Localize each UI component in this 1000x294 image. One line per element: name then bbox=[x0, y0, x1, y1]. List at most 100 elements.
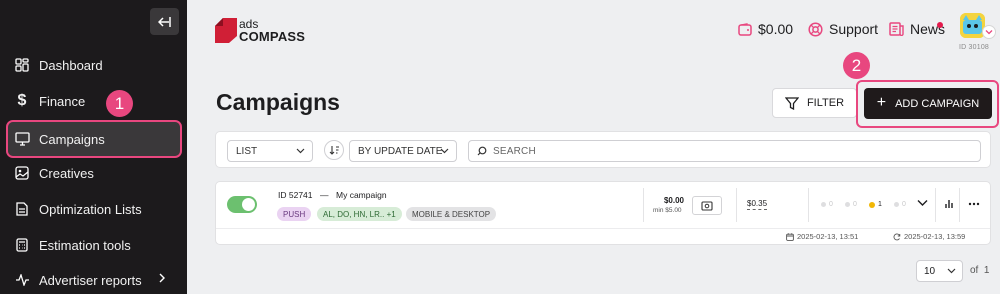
add-campaign-button[interactable]: + ADD CAMPAIGN bbox=[864, 88, 992, 119]
calendar-icon bbox=[786, 232, 794, 241]
balance-value: $0.00 bbox=[758, 21, 794, 37]
more-options-button[interactable] bbox=[968, 202, 980, 206]
campaign-name[interactable]: My campaign bbox=[336, 190, 387, 200]
avatar[interactable] bbox=[960, 13, 985, 38]
balance-button[interactable]: $0.00 bbox=[738, 21, 793, 37]
image-icon bbox=[701, 200, 713, 211]
updated-date: 2025-02-13, 13:59 bbox=[893, 232, 965, 241]
sidebar-item-finance[interactable]: $ Finance bbox=[8, 84, 180, 118]
campaign-spend: $0.00 bbox=[663, 196, 684, 205]
add-campaign-label: ADD CAMPAIGN bbox=[895, 97, 980, 110]
dollar-icon: $ bbox=[17, 92, 27, 109]
creative-preview-button[interactable] bbox=[692, 196, 722, 215]
support-link[interactable]: Support bbox=[808, 21, 878, 37]
filter-button[interactable]: FILTER bbox=[772, 88, 857, 118]
activity-icon bbox=[14, 272, 30, 288]
chevron-down-icon bbox=[296, 147, 305, 158]
status-dot bbox=[894, 202, 899, 207]
campaign-status-toggle[interactable] bbox=[227, 196, 257, 213]
card-divider bbox=[216, 228, 990, 229]
sidebar-item-label: Campaigns bbox=[39, 131, 105, 147]
sidebar-item-estimation-tools[interactable]: Estimation tools bbox=[8, 228, 180, 262]
campaign-separator: — bbox=[320, 190, 329, 200]
campaign-tag-geo: AL, DO, HN, LR.. +1 bbox=[317, 207, 402, 221]
plus-icon: + bbox=[876, 93, 887, 111]
sidebar-item-advertiser-reports[interactable]: Advertiser reports bbox=[8, 263, 180, 294]
campaign-bid[interactable]: $0.35 bbox=[747, 199, 768, 210]
sort-direction-button[interactable] bbox=[324, 140, 344, 160]
image-icon bbox=[14, 165, 30, 181]
created-date: 2025-02-13, 13:51 bbox=[786, 232, 858, 241]
stat-item: 0 bbox=[845, 201, 857, 208]
sidebar: Dashboard $ Finance Campaigns Creatives … bbox=[0, 0, 187, 294]
expand-button[interactable] bbox=[917, 199, 928, 207]
sidebar-item-campaigns[interactable]: Campaigns bbox=[6, 120, 182, 158]
sidebar-item-dashboard[interactable]: Dashboard bbox=[8, 48, 180, 82]
campaign-tag-format: PUSH bbox=[277, 207, 312, 221]
chevron-down-icon bbox=[947, 267, 956, 278]
document-icon bbox=[14, 201, 30, 217]
sort-select[interactable]: BY UPDATE DATE bbox=[349, 140, 457, 162]
per-page-value: 10 bbox=[924, 265, 936, 277]
status-dot bbox=[821, 202, 826, 207]
search-box[interactable] bbox=[468, 140, 981, 162]
stats-button[interactable] bbox=[944, 198, 954, 209]
chevron-down-icon bbox=[440, 147, 449, 158]
page-of-label: of bbox=[970, 265, 979, 276]
lifebuoy-icon bbox=[808, 21, 823, 37]
divider bbox=[736, 188, 737, 222]
user-id: ID 30108 bbox=[959, 44, 990, 51]
chevron-down-icon[interactable] bbox=[982, 25, 996, 39]
stat-item: 1 bbox=[869, 201, 882, 208]
bar-chart-icon bbox=[945, 200, 953, 208]
sidebar-item-label: Estimation tools bbox=[39, 237, 131, 253]
collapse-sidebar-button[interactable] bbox=[150, 8, 179, 35]
sidebar-item-label: Finance bbox=[39, 93, 86, 109]
search-input[interactable] bbox=[493, 145, 973, 157]
filter-label: FILTER bbox=[806, 97, 845, 109]
status-dot bbox=[869, 201, 875, 208]
sidebar-item-label: Advertiser reports bbox=[39, 272, 142, 288]
campaign-min-budget: min $5.00 bbox=[653, 207, 682, 214]
refresh-icon bbox=[893, 232, 901, 241]
step-badge-1: 1 bbox=[106, 90, 133, 117]
support-label: Support bbox=[829, 21, 879, 37]
status-dot bbox=[845, 202, 850, 207]
view-select[interactable]: LIST bbox=[227, 140, 313, 162]
step-badge-2: 2 bbox=[843, 52, 870, 79]
sidebar-item-creatives[interactable]: Creatives bbox=[8, 156, 180, 190]
divider bbox=[935, 188, 936, 222]
toolbar: LIST BY UPDATE DATE bbox=[215, 131, 991, 168]
page-count: of 1 bbox=[970, 265, 989, 276]
calculator-icon bbox=[14, 237, 30, 253]
divider bbox=[643, 188, 644, 222]
stat-item: 0 bbox=[894, 201, 906, 208]
sidebar-item-label: Creatives bbox=[39, 165, 94, 181]
chevron-down-icon bbox=[917, 200, 928, 206]
per-page-select[interactable]: 10 bbox=[916, 260, 963, 282]
page-total: 1 bbox=[983, 265, 990, 276]
divider bbox=[959, 188, 960, 222]
logo-line2: COMPASS bbox=[239, 29, 306, 44]
notification-dot bbox=[937, 22, 943, 28]
sort-icon bbox=[329, 146, 339, 155]
sidebar-item-label: Dashboard bbox=[39, 57, 103, 73]
campaign-tag-device: MOBILE & DESKTOP bbox=[406, 207, 497, 221]
sidebar-item-optimization-lists[interactable]: Optimization Lists bbox=[8, 192, 180, 226]
wallet-icon bbox=[738, 22, 752, 36]
more-icon bbox=[968, 202, 980, 206]
search-icon bbox=[477, 146, 487, 156]
logo[interactable]: ads COMPASS bbox=[215, 18, 305, 43]
collapse-icon bbox=[157, 16, 171, 27]
view-select-value: LIST bbox=[236, 145, 258, 157]
sidebar-item-label: Optimization Lists bbox=[39, 201, 142, 217]
campaign-id: ID 52741 bbox=[278, 190, 313, 200]
page-title: Campaigns bbox=[216, 89, 340, 115]
monitor-icon bbox=[14, 131, 30, 147]
filter-icon bbox=[784, 96, 799, 110]
sort-select-value: BY UPDATE DATE bbox=[358, 145, 443, 157]
divider bbox=[808, 188, 809, 222]
campaign-card: ID 52741 — My campaign PUSH AL, DO, HN, … bbox=[215, 181, 991, 245]
dashboard-icon bbox=[14, 57, 30, 73]
newspaper-icon bbox=[889, 22, 904, 36]
